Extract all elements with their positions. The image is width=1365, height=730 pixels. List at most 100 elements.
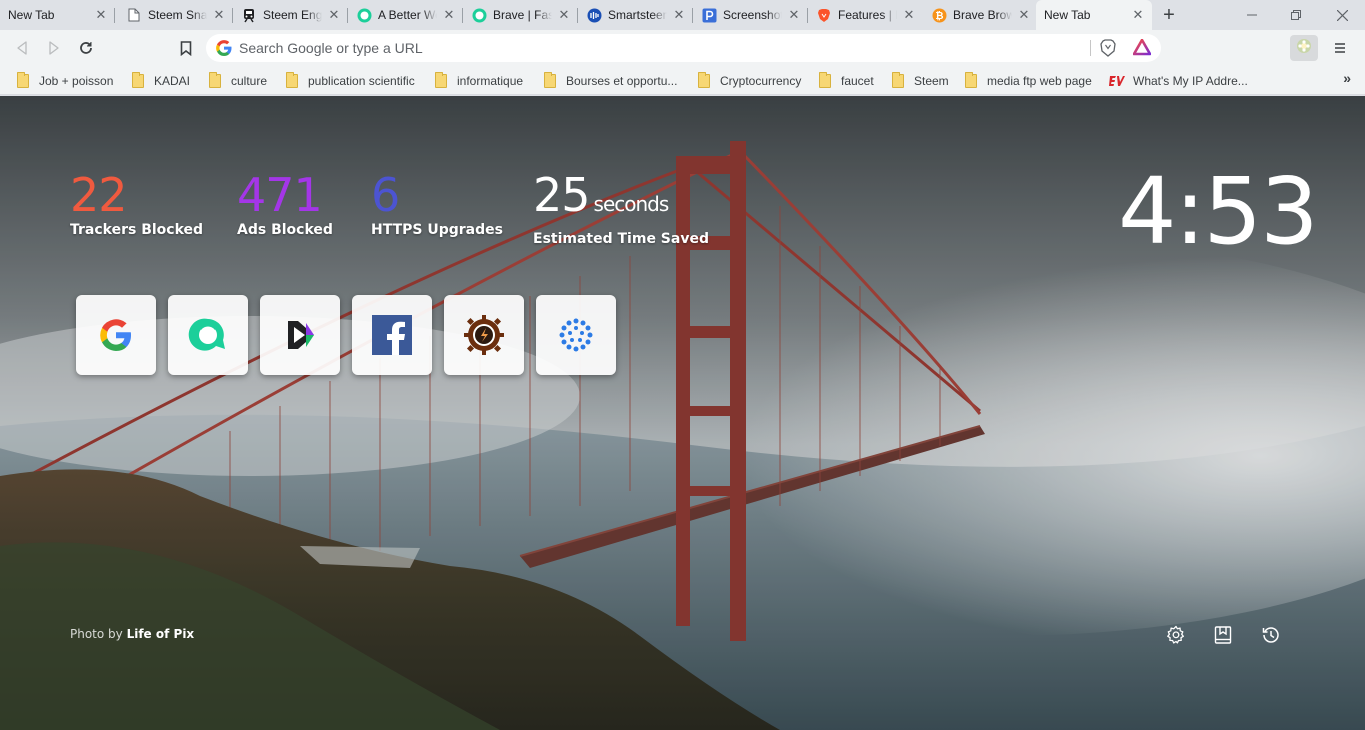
folder-icon	[17, 72, 29, 88]
folder-icon	[209, 72, 221, 88]
extension-button[interactable]	[1290, 35, 1318, 61]
tab-title: Smartsteem	[608, 8, 667, 22]
top-site-steemchat[interactable]	[168, 295, 248, 375]
tab-title: A Better Web	[378, 8, 437, 22]
close-icon[interactable]: ✕	[901, 7, 917, 23]
stat-value: 471	[237, 168, 323, 222]
bookmark-label: media ftp web page	[987, 74, 1092, 88]
brave-chat-icon	[471, 7, 487, 23]
bookmark-folder-steem[interactable]: Steem	[892, 71, 949, 91]
main-menu-button[interactable]	[1328, 36, 1352, 60]
chat-bubble-icon	[188, 318, 225, 351]
facebook-icon	[372, 315, 412, 355]
bookmark-whats-my-ip[interactable]: What's My IP Addre...	[1109, 71, 1248, 91]
brave-rewards-icon[interactable]	[1132, 38, 1152, 61]
google-icon	[100, 319, 131, 351]
folder-icon	[435, 72, 447, 88]
train-icon	[241, 7, 257, 23]
hamburger-menu-icon	[1335, 43, 1345, 53]
history-clock-icon	[1262, 627, 1279, 643]
p-icon	[701, 7, 717, 23]
bookmark-label: informatique	[457, 74, 524, 88]
search-input[interactable]	[239, 38, 1079, 58]
new-tab-page: 22 Trackers Blocked 471 Ads Blocked 6 HT…	[0, 96, 1365, 730]
clock: 4:53	[1118, 158, 1319, 265]
folder-icon	[698, 72, 710, 88]
tab-new-tab-1[interactable]: New Tab ✕	[0, 0, 115, 30]
folder-icon	[965, 72, 977, 88]
tab-features-brave[interactable]: Features | Brave ✕	[808, 0, 923, 30]
stat-label: Ads Blocked	[237, 222, 333, 238]
bookmark-folder-publication-scientific[interactable]: publication scientific	[286, 71, 415, 91]
bookmarks-overflow-button[interactable]: »	[1343, 70, 1351, 86]
tab-title: Screenshot	[723, 8, 782, 22]
tab-smartsteem[interactable]: Smartsteem ✕	[578, 0, 693, 30]
google-g-icon	[216, 40, 232, 61]
dots-circle-icon	[559, 318, 593, 352]
forward-button[interactable]	[42, 36, 66, 60]
tab-steem-snaps[interactable]: Steem Snaps ✕	[118, 0, 233, 30]
bookmark-page-button[interactable]	[174, 36, 198, 60]
stat-value: 22	[70, 168, 128, 222]
bookmarks-button[interactable]	[1211, 623, 1235, 647]
photo-credit[interactable]: Photo by Life of Pix	[70, 627, 194, 641]
top-site-steemengine[interactable]	[444, 295, 524, 375]
top-site-dtube[interactable]	[260, 295, 340, 375]
minimize-button[interactable]	[1229, 0, 1275, 30]
bookmark-folder-culture[interactable]: culture	[209, 71, 267, 91]
credit-author[interactable]: Life of Pix	[127, 627, 195, 641]
close-icon[interactable]: ✕	[1130, 7, 1146, 23]
omnibox[interactable]	[206, 34, 1161, 62]
tab-a-better-web[interactable]: A Better Web ✕	[348, 0, 463, 30]
bookmark-folder-kadai[interactable]: KADAI	[132, 71, 190, 91]
tab-screenshot[interactable]: Screenshot ✕	[693, 0, 808, 30]
document-icon	[126, 7, 142, 23]
stat-value: 25 seconds	[533, 170, 709, 229]
close-icon[interactable]: ✕	[786, 7, 802, 23]
bookmark-label: Job + poisson	[39, 74, 114, 88]
close-icon	[1336, 9, 1348, 21]
stat-ads-blocked: 471 Ads Blocked	[237, 170, 333, 238]
new-tab-button[interactable]: +	[1158, 4, 1180, 26]
top-site-smartsteem[interactable]	[536, 295, 616, 375]
close-icon[interactable]: ✕	[556, 7, 572, 23]
close-icon[interactable]: ✕	[211, 7, 227, 23]
reload-button[interactable]	[74, 36, 98, 60]
back-arrow-icon	[17, 41, 27, 55]
bookmark-folder-media-ftp[interactable]: media ftp web page	[965, 71, 1092, 91]
top-site-facebook[interactable]	[352, 295, 432, 375]
close-icon[interactable]: ✕	[1016, 7, 1032, 23]
ev-logo-icon	[1109, 75, 1125, 87]
brave-chat-icon	[356, 7, 372, 23]
gear-logo-icon	[464, 315, 504, 355]
tab-brave-browser[interactable]: ₿ Brave Browser ✕	[923, 0, 1038, 30]
folder-icon	[286, 72, 298, 88]
close-icon[interactable]: ✕	[441, 7, 457, 23]
tab-new-tab-active[interactable]: New Tab ✕	[1036, 0, 1152, 30]
tab-brave-fast[interactable]: Brave | Fast ✕	[463, 0, 578, 30]
window-close-button[interactable]	[1319, 0, 1365, 30]
play-icon	[288, 321, 314, 349]
bookmark-folder-cryptocurrency[interactable]: Cryptocurrency	[698, 71, 801, 91]
history-button[interactable]	[1259, 623, 1283, 647]
tab-steem-engine[interactable]: Steem Engine ✕	[233, 0, 348, 30]
close-icon[interactable]: ✕	[326, 7, 342, 23]
gear-icon	[1167, 625, 1184, 644]
back-button[interactable]	[10, 36, 34, 60]
bookmark-folder-faucet[interactable]: faucet	[819, 71, 874, 91]
bookmark-label: KADAI	[154, 74, 191, 88]
bookmark-label: Bourses et opportu...	[566, 74, 678, 88]
close-icon[interactable]: ✕	[671, 7, 687, 23]
restore-button[interactable]	[1273, 0, 1319, 30]
bookmark-folder-informatique[interactable]: informatique	[435, 71, 523, 91]
close-icon[interactable]: ✕	[93, 7, 109, 23]
reload-icon	[80, 42, 92, 54]
restore-icon	[1291, 10, 1301, 20]
top-site-google[interactable]	[76, 295, 156, 375]
toolbar	[0, 30, 1365, 66]
bookmark-folder-job-poisson[interactable]: Job + poisson	[17, 71, 113, 91]
brave-shields-icon[interactable]	[1100, 39, 1116, 62]
bookmark-folder-bourses[interactable]: Bourses et opportu...	[544, 71, 677, 91]
stat-trackers-blocked: 22 Trackers Blocked	[70, 170, 203, 238]
settings-button[interactable]	[1164, 623, 1188, 647]
